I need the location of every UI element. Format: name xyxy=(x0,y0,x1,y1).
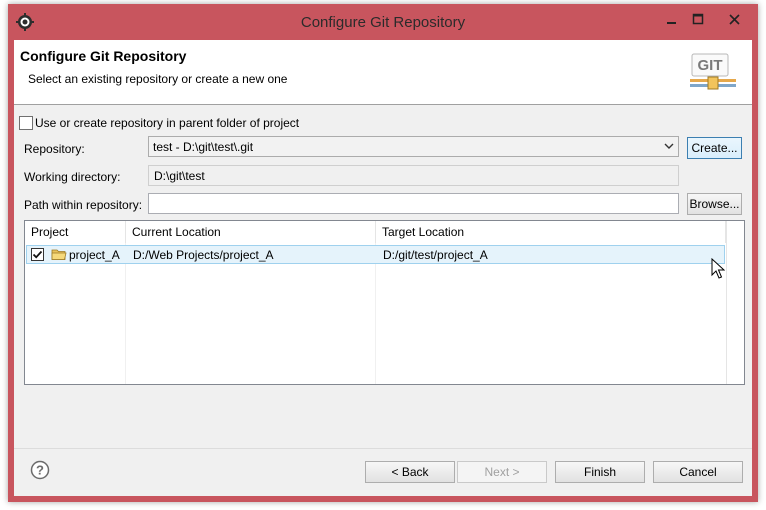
minimize-icon[interactable] xyxy=(658,10,684,30)
repository-label: Repository: xyxy=(24,142,85,156)
repository-select[interactable]: test - D:\git\test\.git xyxy=(148,136,679,157)
create-button[interactable]: Create... xyxy=(687,137,742,159)
footer-separator xyxy=(14,448,752,449)
project-checkbox[interactable] xyxy=(31,248,44,261)
browse-button[interactable]: Browse... xyxy=(687,193,742,215)
project-name: project_A xyxy=(69,248,120,262)
banner-title: Configure Git Repository xyxy=(20,48,187,64)
column-header-project[interactable]: Project xyxy=(25,221,126,243)
column-header-target-location[interactable]: Target Location xyxy=(376,221,726,243)
maximize-icon[interactable] xyxy=(685,10,711,30)
path-within-repository-label: Path within repository: xyxy=(24,198,143,212)
title-bar[interactable]: Configure Git Repository xyxy=(8,4,758,40)
finish-button[interactable]: Finish xyxy=(555,461,645,483)
column-header-current-location[interactable]: Current Location xyxy=(126,221,376,243)
close-icon[interactable] xyxy=(722,10,748,30)
cancel-button[interactable]: Cancel xyxy=(653,461,743,483)
column-divider xyxy=(125,243,126,384)
current-location: D:/Web Projects/project_A xyxy=(133,248,274,262)
dialog-window: Configure Git Repository Configure Git R… xyxy=(8,4,758,502)
svg-text:?: ? xyxy=(36,463,44,478)
dialog-client-area: Configure Git Repository Select an exist… xyxy=(14,40,752,496)
folder-icon xyxy=(51,249,67,260)
working-directory-field: D:\git\test xyxy=(148,165,679,186)
path-within-repository-input[interactable] xyxy=(148,193,679,214)
header-banner: Configure Git Repository Select an exist… xyxy=(14,40,752,105)
projects-table[interactable]: Project Current Location Target Location… xyxy=(24,220,745,385)
use-parent-folder-label: Use or create repository in parent folde… xyxy=(35,116,300,130)
chevron-down-icon xyxy=(664,143,674,149)
working-directory-label: Working directory: xyxy=(24,170,121,184)
back-button[interactable]: < Back xyxy=(365,461,455,483)
banner-subtitle: Select an existing repository or create … xyxy=(28,72,288,86)
table-row[interactable]: project_A D:/Web Projects/project_A D:/g… xyxy=(26,245,725,264)
git-logo-text: GIT xyxy=(698,57,723,74)
git-logo-icon: GIT xyxy=(690,53,736,90)
target-location: D:/git/test/project_A xyxy=(383,248,488,262)
next-button[interactable]: Next > xyxy=(457,461,547,483)
column-divider xyxy=(375,243,376,384)
mouse-cursor-icon xyxy=(711,258,725,279)
window-title: Configure Git Repository xyxy=(300,14,466,31)
working-directory-value: D:\git\test xyxy=(154,169,205,183)
repository-value: test - D:\git\test\.git xyxy=(153,140,254,154)
use-parent-folder-checkbox[interactable] xyxy=(19,116,33,130)
help-icon[interactable]: ? xyxy=(30,460,50,480)
table-scroll-gutter xyxy=(726,221,745,384)
